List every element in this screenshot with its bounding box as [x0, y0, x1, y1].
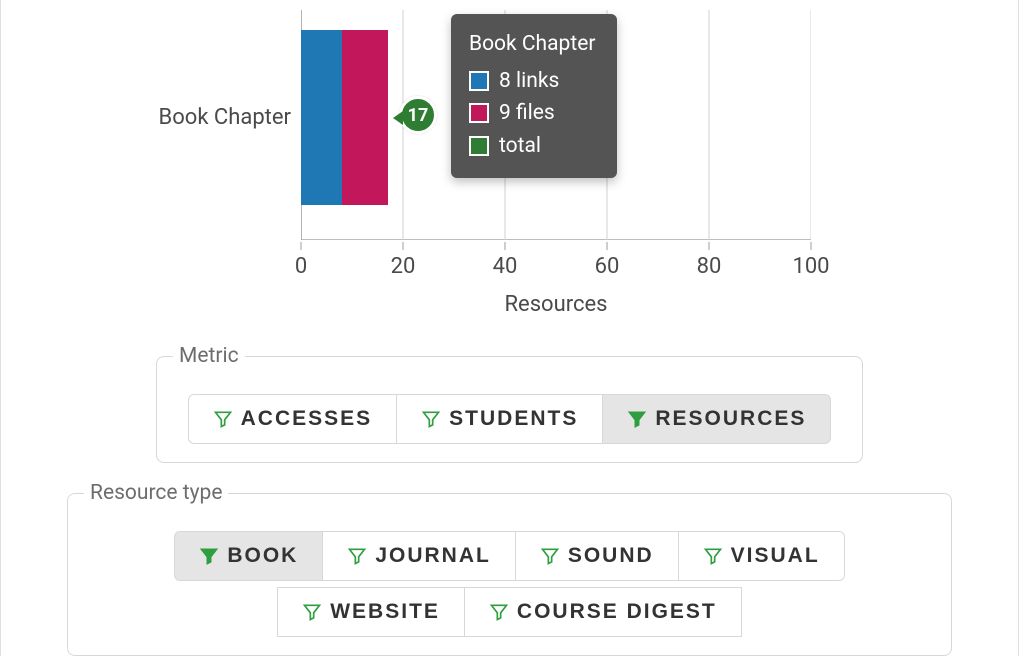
swatch-links: [469, 71, 489, 91]
filter-book[interactable]: BOOK: [174, 531, 323, 581]
funnel-icon: [421, 409, 441, 429]
resource-type-buttons-row2: WEBSITE COURSE DIGEST: [84, 587, 935, 637]
chart: Book Chapter 17: [1, 10, 1018, 310]
tooltip: Book Chapter 8 links 9 files total: [451, 14, 617, 178]
funnel-icon: [199, 546, 219, 566]
tooltip-text-total: total: [499, 130, 541, 163]
x-axis-label: Resources: [301, 292, 811, 317]
metric-buttons: ACCESSES STUDENTS RESOURCES: [173, 394, 846, 444]
metric-filter-group: Metric ACCESSES STUDENTS RESOURCES: [156, 344, 863, 463]
x-tick: 60: [595, 254, 620, 279]
filter-label: ACCESSES: [241, 407, 373, 431]
filter-course-digest[interactable]: COURSE DIGEST: [464, 587, 742, 637]
filter-journal[interactable]: JOURNAL: [322, 531, 516, 581]
filter-sound[interactable]: SOUND: [515, 531, 679, 581]
funnel-icon: [213, 409, 233, 429]
tooltip-text-links: 8 links: [499, 65, 559, 98]
x-tick: 40: [493, 254, 518, 279]
swatch-files: [469, 103, 489, 123]
x-tick: 20: [391, 254, 416, 279]
plot-area: 17 Book Chapter 8 links 9 files total: [301, 10, 811, 240]
filter-label: RESOURCES: [655, 407, 806, 431]
metric-legend: Metric: [173, 344, 245, 368]
filter-website[interactable]: WEBSITE: [277, 587, 465, 637]
tooltip-row-files: 9 files: [469, 97, 595, 130]
report-panel: Book Chapter 17: [0, 0, 1019, 656]
swatch-total: [469, 136, 489, 156]
filter-label: COURSE DIGEST: [517, 600, 717, 624]
funnel-icon: [489, 602, 509, 622]
filter-label: SOUND: [568, 544, 654, 568]
resource-type-legend: Resource type: [84, 481, 228, 505]
filter-label: BOOK: [227, 544, 298, 568]
bar-segment-links[interactable]: [301, 30, 342, 205]
filter-visual[interactable]: VISUAL: [678, 531, 845, 581]
filter-students[interactable]: STUDENTS: [396, 394, 603, 444]
filter-label: WEBSITE: [330, 600, 440, 624]
x-axis-ticks: 0 20 40 60 80 100: [301, 242, 811, 282]
tooltip-row-links: 8 links: [469, 65, 595, 98]
x-tick: 0: [295, 254, 307, 279]
tooltip-title: Book Chapter: [469, 28, 595, 61]
resource-type-buttons-row1: BOOK JOURNAL SOUND VISUAL: [84, 531, 935, 581]
filter-resources[interactable]: RESOURCES: [602, 394, 831, 444]
funnel-icon: [347, 546, 367, 566]
x-tick: 80: [697, 254, 722, 279]
funnel-icon: [627, 409, 647, 429]
x-tick: 100: [792, 254, 829, 279]
funnel-icon: [540, 546, 560, 566]
total-badge[interactable]: 17: [399, 96, 437, 134]
funnel-icon: [703, 546, 723, 566]
filter-accesses[interactable]: ACCESSES: [188, 394, 398, 444]
filter-label: JOURNAL: [375, 544, 491, 568]
filter-label: VISUAL: [731, 544, 820, 568]
category-label: Book Chapter: [1, 105, 291, 130]
tooltip-text-files: 9 files: [499, 97, 555, 130]
tooltip-row-total: total: [469, 130, 595, 163]
funnel-icon: [302, 602, 322, 622]
resource-type-filter-group: Resource type BOOK JOURNAL SOUND VISUAL: [67, 481, 952, 656]
bar-segment-files[interactable]: [342, 30, 388, 205]
filter-label: STUDENTS: [449, 407, 578, 431]
